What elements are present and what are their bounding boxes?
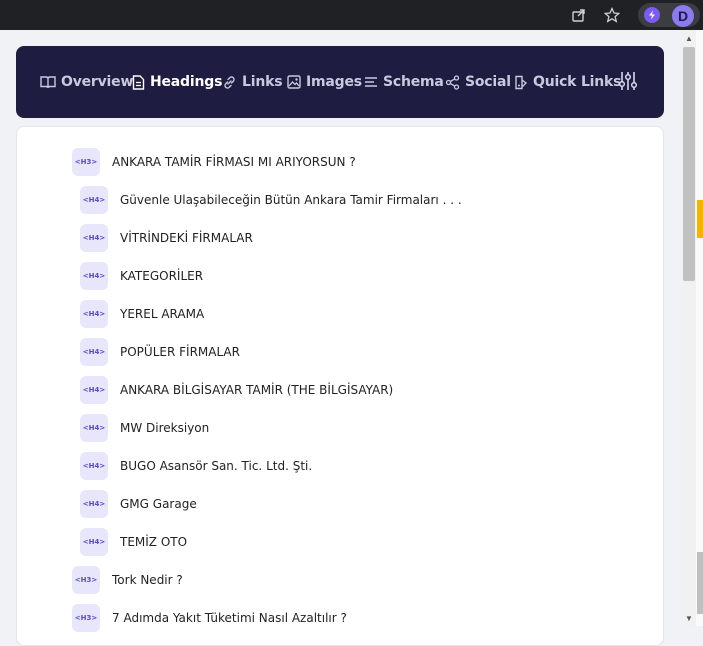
tab-images[interactable]: Images [287, 72, 362, 92]
heading-row[interactable]: <H4> MW Direksiyon [80, 414, 209, 442]
heading-row[interactable]: <H4> Güvenle Ulaşabileceğin Bütün Ankara… [80, 186, 462, 214]
background-page-edge [696, 30, 703, 626]
browser-toolbar: D [0, 0, 703, 30]
heading-text: Güvenle Ulaşabileceğin Bütün Ankara Tami… [120, 193, 462, 207]
heading-row[interactable]: <H4> KATEGORİLER [80, 262, 203, 290]
profile-avatar[interactable]: D [672, 5, 694, 27]
heading-level-badge: <H4> [80, 528, 108, 556]
tab-social[interactable]: Social [445, 72, 511, 92]
tab-headings[interactable]: Headings [132, 72, 222, 92]
link-icon [224, 75, 235, 89]
document-icon [132, 74, 145, 90]
tab-schema[interactable]: Schema [364, 72, 444, 92]
tab-overview-label: Overview [61, 74, 134, 90]
extension-bolt-icon[interactable] [644, 7, 660, 23]
heading-text: TEMİZ OTO [120, 535, 188, 549]
scroll-up-arrow-icon[interactable]: ▲ [684, 34, 694, 44]
heading-level-badge: <H4> [80, 262, 108, 290]
heading-text: ANKARA TAMİR FİRMASI MI ARIYORSUN ? [112, 155, 356, 169]
heading-level-badge: <H4> [80, 186, 108, 214]
heading-row[interactable]: <H4> BUGO Asansör San. Tic. Ltd. Şti. [80, 452, 312, 480]
heading-text: 7 Adımda Yakıt Tüketimi Nasıl Azaltılır … [112, 611, 347, 625]
tab-links[interactable]: Links [222, 72, 283, 92]
heading-level-badge: <H4> [80, 414, 108, 442]
share-icon [445, 74, 460, 90]
quick-links-icon [515, 75, 528, 89]
heading-level-badge: <H4> [80, 490, 108, 518]
heading-level-badge: <H4> [80, 224, 108, 252]
sliders-icon [618, 72, 638, 90]
book-icon [40, 76, 56, 89]
headings-panel: <H3> ANKARA TAMİR FİRMASI MI ARIYORSUN ?… [16, 126, 664, 646]
heading-row[interactable]: <H3> 7 Adımda Yakıt Tüketimi Nasıl Azalt… [72, 604, 347, 632]
background-page-image [697, 552, 703, 614]
heading-text: MW Direksiyon [120, 421, 210, 435]
bookmark-star-icon[interactable] [602, 5, 622, 25]
heading-text: Tork Nedir ? [112, 573, 183, 587]
heading-text: YEREL ARAMA [120, 307, 205, 321]
settings-button[interactable] [618, 71, 638, 91]
heading-row[interactable]: <H4> YEREL ARAMA [80, 300, 204, 328]
tab-social-label: Social [465, 74, 511, 90]
tab-quick-links-label: Quick Links [533, 74, 622, 90]
heading-text: BUGO Asansör San. Tic. Ltd. Şti. [120, 459, 313, 473]
scrollbar-thumb[interactable] [683, 47, 695, 281]
tab-overview[interactable]: Overview [40, 72, 133, 92]
tab-images-label: Images [306, 74, 362, 90]
heading-text: GMG Garage [120, 497, 197, 511]
tab-links-label: Links [242, 74, 283, 90]
heading-level-badge: <H4> [80, 376, 108, 404]
heading-level-badge: <H3> [72, 604, 100, 632]
list-icon [365, 77, 377, 87]
tab-headings-label: Headings [150, 74, 223, 90]
share-page-icon[interactable] [569, 5, 589, 25]
tab-quick-links[interactable]: Quick Links [514, 72, 621, 92]
heading-row[interactable]: <H4> POPÜLER FİRMALAR [80, 338, 240, 366]
heading-row[interactable]: <H3> ANKARA TAMİR FİRMASI MI ARIYORSUN ? [72, 148, 356, 176]
tab-schema-label: Schema [383, 74, 444, 90]
nav-bar: Overview Headings Links Images Schema So… [16, 46, 664, 118]
heading-text: ANKARA BİLGİSAYAR TAMİR (THE BİLGİSAYAR) [120, 383, 394, 397]
heading-level-badge: <H4> [80, 338, 108, 366]
heading-text: VİTRİNDEKİ FİRMALAR [120, 231, 253, 245]
heading-row[interactable]: <H4> VİTRİNDEKİ FİRMALAR [80, 224, 253, 252]
heading-row[interactable]: <H4> GMG Garage [80, 490, 197, 518]
heading-level-badge: <H4> [80, 300, 108, 328]
background-page-banner [697, 200, 703, 238]
heading-text: KATEGORİLER [120, 269, 204, 283]
heading-level-badge: <H3> [72, 148, 100, 176]
extension-popup: Overview Headings Links Images Schema So… [0, 30, 681, 646]
heading-level-badge: <H4> [80, 452, 108, 480]
scroll-down-arrow-icon[interactable]: ▼ [684, 614, 694, 624]
heading-row[interactable]: <H3> Tork Nedir ? [72, 566, 183, 594]
heading-row[interactable]: <H4> ANKARA BİLGİSAYAR TAMİR (THE BİLGİS… [80, 376, 393, 404]
image-icon [287, 75, 301, 89]
heading-text: POPÜLER FİRMALAR [120, 345, 240, 359]
heading-level-badge: <H3> [72, 566, 100, 594]
heading-row[interactable]: <H4> TEMİZ OTO [80, 528, 187, 556]
